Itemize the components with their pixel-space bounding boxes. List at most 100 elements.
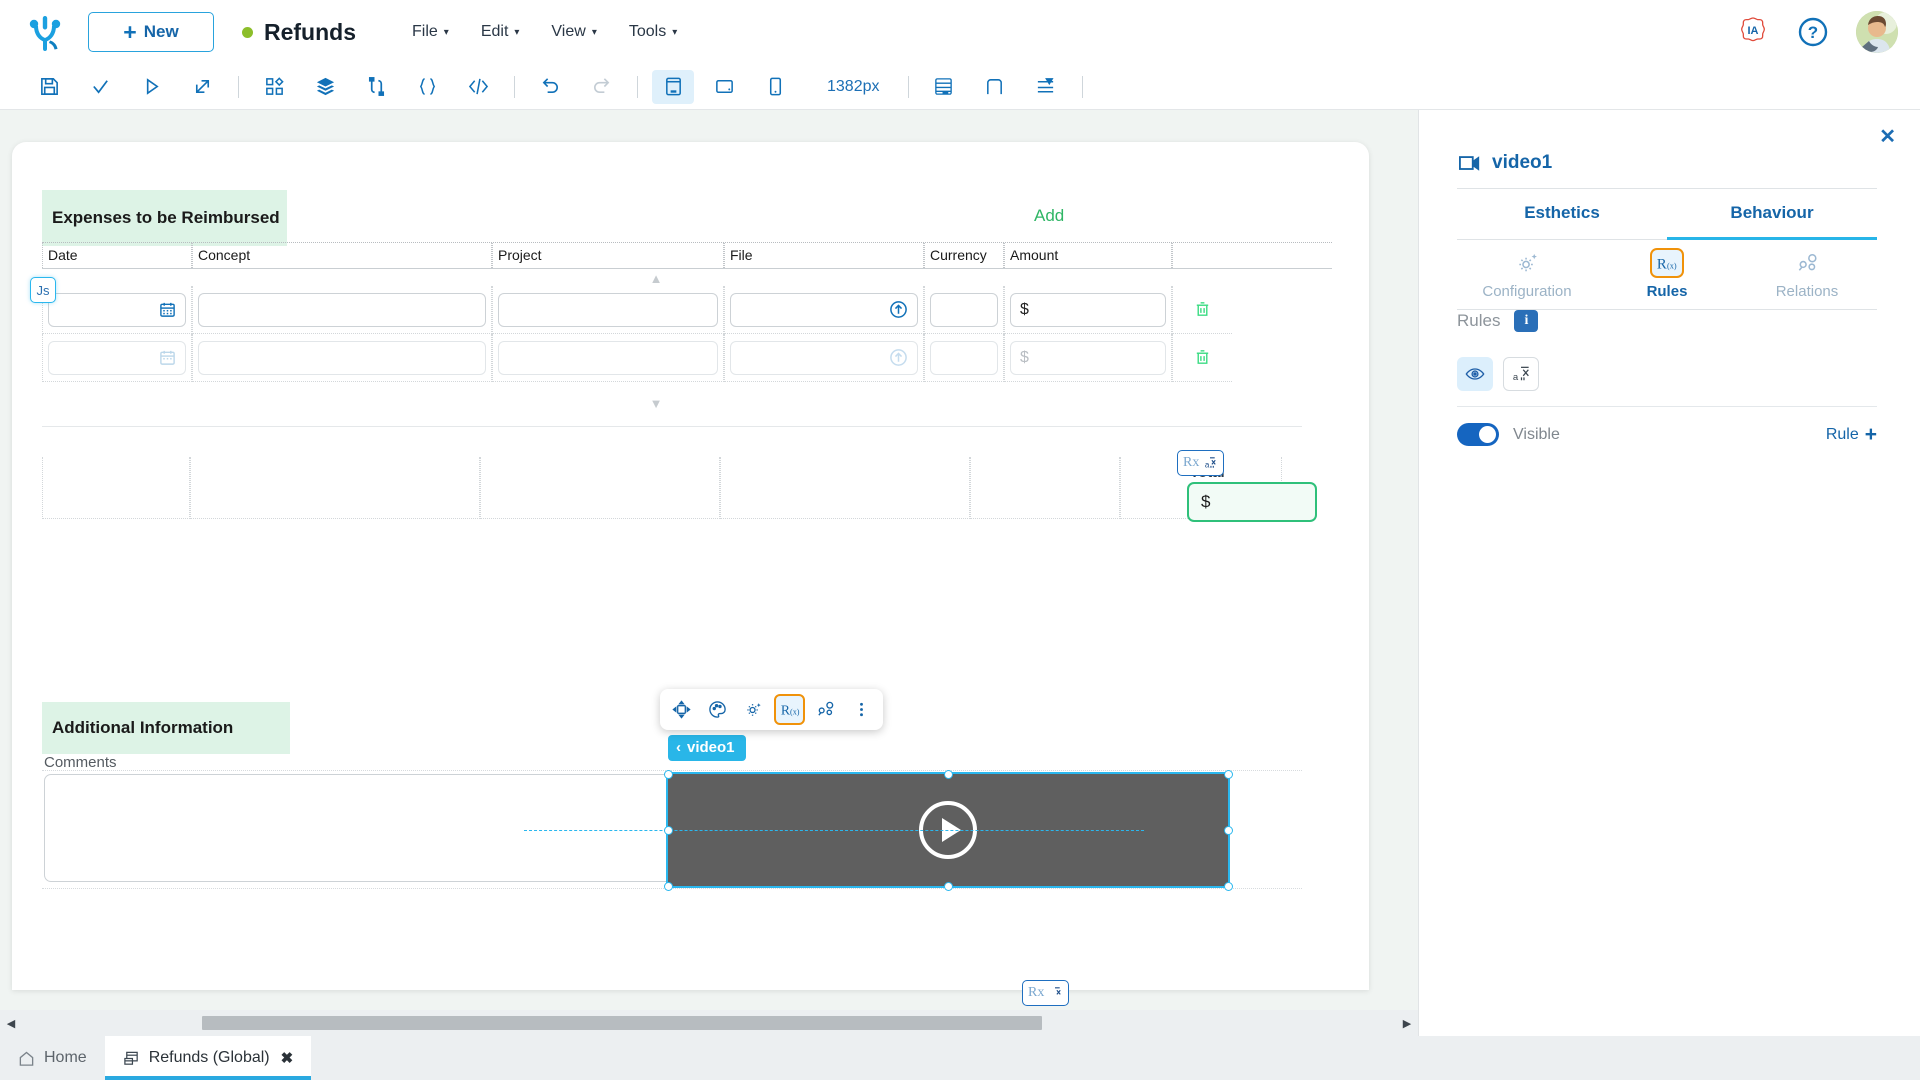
menu-tools[interactable]: Tools ▾ [629, 23, 677, 41]
braces-icon[interactable] [406, 70, 448, 104]
editor-toolbar: 1382px [0, 64, 1920, 110]
currency-field[interactable] [930, 292, 998, 327]
run-play-icon[interactable] [130, 70, 172, 104]
currency-field[interactable] [930, 340, 998, 375]
amount-field[interactable]: $ [1010, 292, 1166, 327]
align-icon[interactable] [1025, 70, 1067, 104]
resize-handle-br[interactable] [1224, 882, 1233, 891]
visible-toggle[interactable] [1457, 423, 1499, 446]
rules-rx-icon[interactable]: R (x) [774, 694, 805, 725]
table-scroll-up[interactable]: ▲ [42, 269, 1270, 286]
upload-icon[interactable] [889, 300, 908, 319]
file-field[interactable] [730, 340, 918, 375]
comments-textarea[interactable]: ◢ [44, 774, 684, 882]
validate-check-icon[interactable] [79, 70, 121, 104]
menu-file[interactable]: File ▾ [412, 23, 449, 41]
file-field[interactable] [730, 292, 918, 327]
element-tag-video1[interactable]: ‹ video1 [668, 735, 746, 761]
menu-view[interactable]: View ▾ [551, 23, 596, 41]
trash-icon[interactable] [1193, 348, 1212, 367]
new-button[interactable]: + New [88, 12, 214, 52]
resize-handle-mr[interactable] [1224, 826, 1233, 835]
container-icon[interactable] [974, 70, 1016, 104]
cell-currency[interactable] [924, 286, 1004, 334]
cell-currency[interactable] [924, 334, 1004, 382]
eye-visibility-icon[interactable] [1457, 357, 1493, 391]
add-row-link[interactable]: Add [1034, 206, 1064, 226]
avatar[interactable] [1856, 11, 1898, 53]
cell-date[interactable] [42, 286, 192, 334]
cell-date[interactable] [42, 334, 192, 382]
bottom-tab-home[interactable]: Home [0, 1036, 105, 1080]
tab-behaviour[interactable]: Behaviour [1667, 188, 1877, 240]
relations-icon[interactable] [810, 694, 841, 725]
cell-file[interactable] [724, 286, 924, 334]
desktop-view-icon[interactable] [652, 69, 694, 104]
cell-project[interactable] [492, 286, 724, 334]
code-icon[interactable] [457, 70, 499, 104]
redo-icon[interactable] [580, 70, 622, 104]
total-field[interactable]: $ [1187, 482, 1317, 522]
trash-icon[interactable] [1193, 300, 1212, 319]
bottom-tab-refunds[interactable]: Refunds (Global) ✖ [104, 1036, 312, 1080]
concept-field[interactable] [198, 292, 486, 327]
subtab-relations[interactable]: Relations [1737, 247, 1877, 300]
cell-amount[interactable]: $ [1004, 334, 1172, 382]
components-grid-icon[interactable] [253, 70, 295, 104]
move-icon[interactable] [666, 694, 697, 725]
subtab-configuration[interactable]: Configuration [1457, 247, 1597, 300]
cell-concept[interactable] [192, 334, 492, 382]
resize-handle-ml[interactable] [664, 826, 673, 835]
menu-edit[interactable]: Edit ▾ [481, 23, 520, 41]
js-badge[interactable]: Js [30, 277, 56, 303]
cell-project[interactable] [492, 334, 724, 382]
close-icon[interactable]: ✖ [281, 1049, 294, 1067]
concept-field[interactable] [198, 340, 486, 375]
palette-icon[interactable] [702, 694, 733, 725]
mobile-view-icon[interactable] [754, 70, 796, 104]
layers-icon[interactable] [304, 70, 346, 104]
data-model-icon[interactable] [355, 70, 397, 104]
info-icon[interactable]: i [1514, 310, 1539, 332]
calendar-icon[interactable] [159, 301, 176, 318]
scroll-track[interactable] [22, 1016, 1396, 1030]
totals-grid [42, 457, 1332, 519]
project-field[interactable] [498, 340, 718, 375]
subtab-rules[interactable]: R (x) Rules [1597, 247, 1737, 300]
brand-logo-icon[interactable] [22, 9, 68, 55]
project-field[interactable] [498, 292, 718, 327]
tab-esthetics[interactable]: Esthetics [1457, 188, 1667, 240]
resize-handle-tl[interactable] [664, 770, 673, 779]
ia-assistant-icon[interactable]: IA [1736, 15, 1770, 49]
settings-gear-icon[interactable] [738, 694, 769, 725]
resize-handle-bc[interactable] [944, 882, 953, 891]
upload-icon[interactable] [889, 348, 908, 367]
calendar-icon[interactable] [159, 349, 176, 366]
close-icon[interactable]: ✕ [1879, 124, 1896, 149]
rx-badge-bottom[interactable]: Rx [1022, 980, 1070, 1006]
cell-amount[interactable]: $ [1004, 286, 1172, 334]
rx-badge[interactable]: Rx a [1177, 450, 1225, 476]
cell-concept[interactable] [192, 286, 492, 334]
help-icon[interactable]: ? [1796, 15, 1830, 49]
resize-handle-bl[interactable] [664, 882, 673, 891]
value-formula-icon[interactable]: a [1503, 357, 1539, 391]
tablet-view-icon[interactable] [703, 70, 745, 104]
more-vertical-icon[interactable] [846, 694, 877, 725]
scroll-left-arrow[interactable]: ◀ [0, 1017, 22, 1030]
amount-field[interactable]: $ [1010, 340, 1166, 375]
resize-handle-tc[interactable] [944, 770, 953, 779]
add-rule-button[interactable]: Rule + [1826, 424, 1877, 445]
scroll-right-arrow[interactable]: ▶ [1396, 1017, 1418, 1030]
horizontal-scrollbar[interactable]: ◀ ▶ [0, 1010, 1418, 1036]
undo-icon[interactable] [529, 70, 571, 104]
deploy-export-icon[interactable] [181, 70, 223, 104]
scroll-thumb[interactable] [202, 1016, 1042, 1030]
cell-file[interactable] [724, 334, 924, 382]
date-field[interactable] [48, 340, 186, 375]
date-field[interactable] [48, 292, 186, 327]
save-icon[interactable] [28, 70, 70, 104]
table-scroll-down[interactable]: ▼ [42, 382, 1270, 417]
grid-layout-icon[interactable] [923, 70, 965, 104]
resize-handle-tr[interactable] [1224, 770, 1233, 779]
